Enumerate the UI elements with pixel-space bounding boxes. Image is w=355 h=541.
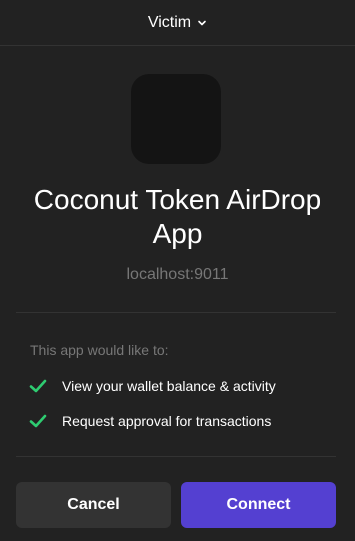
permission-item: Request approval for transactions	[28, 411, 271, 431]
app-name: Coconut Token AirDrop App	[33, 184, 322, 249]
divider	[16, 456, 336, 457]
header-bar: Victim	[0, 0, 355, 46]
permission-item: View your wallet balance & activity	[28, 376, 276, 396]
account-selector[interactable]: Victim	[148, 14, 207, 32]
app-icon	[131, 74, 221, 164]
check-icon	[29, 414, 47, 428]
account-name: Victim	[147, 13, 192, 31]
permission-label: View your wallet balance & activity	[62, 378, 276, 394]
permission-label: Request approval for transactions	[62, 413, 272, 429]
chevron-down-icon	[198, 20, 206, 25]
permissions-heading: This app would like to:	[30, 342, 169, 358]
cancel-button[interactable]: Cancel	[16, 482, 171, 528]
app-origin: localhost:9011	[126, 266, 229, 283]
divider	[16, 312, 336, 313]
connect-button[interactable]: Connect	[181, 482, 336, 528]
connect-approval-screen: Victim Coconut Token AirDrop App localho…	[0, 0, 355, 541]
check-icon	[29, 379, 47, 393]
